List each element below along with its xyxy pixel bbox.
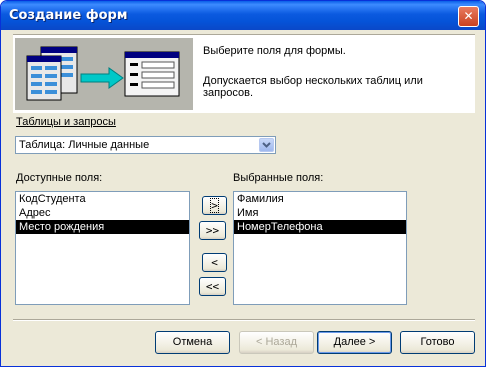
wizard-illustration-icon <box>15 38 193 110</box>
add-field-button[interactable]: > <box>202 196 227 215</box>
cancel-button[interactable]: Отмена <box>155 331 230 354</box>
list-item[interactable]: КодСтудента <box>16 192 189 206</box>
header-panel: Выберите поля для формы. Допускается выб… <box>13 34 475 113</box>
dialog-client: Выберите поля для формы. Допускается выб… <box>4 30 482 364</box>
header-instruction: Выберите поля для формы. <box>203 45 346 57</box>
available-fields-label: Доступные поля: <box>16 172 103 184</box>
tables-label: Таблицы и запросы <box>16 116 116 128</box>
selected-fields-label: Выбранные поля: <box>233 172 324 184</box>
add-all-fields-button[interactable]: >> <box>199 221 226 240</box>
list-item[interactable]: Имя <box>234 206 406 220</box>
close-button[interactable]: ✕ <box>458 6 479 27</box>
selected-fields-list[interactable]: Фамилия Имя НомерТелефона <box>233 191 407 305</box>
list-item[interactable]: Место рождения <box>16 220 189 234</box>
tables-combobox-value: Таблица: Личные данные <box>19 139 150 151</box>
footer-separator <box>13 319 475 321</box>
chevron-down-icon[interactable] <box>259 138 274 152</box>
finish-button[interactable]: Готово <box>400 331 475 354</box>
header-hint: Допускается выбор нескольких таблиц или … <box>203 75 423 99</box>
remove-field-button[interactable]: < <box>202 253 227 272</box>
back-button[interactable]: < Назад <box>239 331 314 354</box>
wizard-window: Создание форм ✕ Выберите поля для формы.… <box>0 0 486 367</box>
title-bar[interactable]: Создание форм ✕ <box>1 1 485 30</box>
list-item[interactable]: НомерТелефона <box>234 220 406 234</box>
window-title: Создание форм <box>9 8 128 23</box>
list-item[interactable]: Фамилия <box>234 192 406 206</box>
tables-combobox[interactable]: Таблица: Личные данные <box>15 136 276 154</box>
tables-label-text: Таблицы и запросы <box>16 116 116 128</box>
add-field-label: > <box>210 198 219 213</box>
available-fields-list[interactable]: КодСтудента Адрес Место рождения <box>15 191 190 305</box>
next-button[interactable]: Далее > <box>317 331 392 354</box>
remove-all-fields-button[interactable]: << <box>199 277 226 296</box>
list-item[interactable]: Адрес <box>16 206 189 220</box>
